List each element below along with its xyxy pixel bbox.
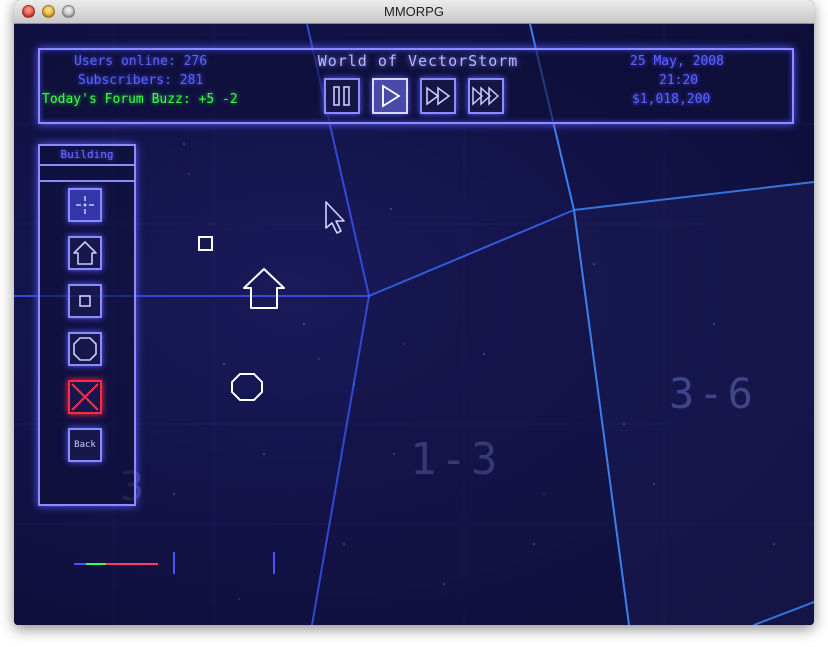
time-text: 21:20	[659, 73, 699, 88]
status-tick-marker	[273, 552, 275, 574]
top-hud-panel: Users online: 276 Subscribers: 281 Today…	[38, 48, 794, 124]
house-tool-button[interactable]	[68, 236, 102, 270]
window-title: MMORPG	[384, 4, 444, 19]
status-meter-blue	[74, 563, 86, 565]
status-meter-red	[106, 563, 158, 565]
play-button[interactable]	[372, 78, 408, 114]
sector-label: 3-6	[669, 369, 757, 418]
fast-forward-icon	[426, 86, 451, 106]
pause-icon	[333, 86, 350, 106]
fastest-forward-icon	[472, 86, 500, 106]
building-panel: Building Back	[38, 144, 136, 506]
status-tick-marker	[173, 552, 175, 574]
placed-octagon-building	[231, 373, 263, 401]
placed-square-building	[198, 236, 213, 251]
move-tool-button[interactable]	[68, 188, 102, 222]
money-text: $1,018,200	[632, 92, 711, 107]
back-button-label: Back	[74, 440, 96, 450]
mouse-cursor-icon	[325, 201, 345, 234]
square-icon	[79, 295, 91, 307]
status-meter-green	[86, 563, 106, 565]
title-bar: MMORPG	[14, 0, 814, 24]
building-panel-title: Building	[40, 146, 134, 166]
app-window: MMORPG 1-3 3-6 Users online: 276 Subscri…	[14, 0, 814, 625]
date-text: 25 May, 2008	[630, 54, 724, 69]
octagon-tool-button[interactable]	[68, 332, 102, 366]
delete-x-icon	[71, 383, 99, 411]
placed-house-building	[243, 268, 285, 309]
subscribers-text: Subscribers: 281	[78, 73, 204, 88]
square-tool-button[interactable]	[68, 284, 102, 318]
octagon-icon	[73, 337, 97, 361]
house-icon	[73, 241, 97, 265]
fast-forward-button[interactable]	[420, 78, 456, 114]
game-viewport[interactable]: 1-3 3-6 3 Users online: 276 Subscribers:…	[14, 24, 814, 625]
game-title: World of VectorStorm	[317, 52, 519, 70]
forum-buzz-text: Today's Forum Buzz: +5 -2	[42, 92, 238, 107]
pause-button[interactable]	[324, 78, 360, 114]
fastest-forward-button[interactable]	[468, 78, 504, 114]
building-tools: Back	[40, 180, 134, 504]
users-online-text: Users online: 276	[74, 54, 208, 69]
delete-tool-button[interactable]	[68, 380, 102, 414]
sector-label: 1-3	[410, 434, 502, 485]
play-icon	[382, 84, 401, 108]
back-button[interactable]: Back	[68, 428, 102, 462]
move-icon	[76, 196, 94, 214]
